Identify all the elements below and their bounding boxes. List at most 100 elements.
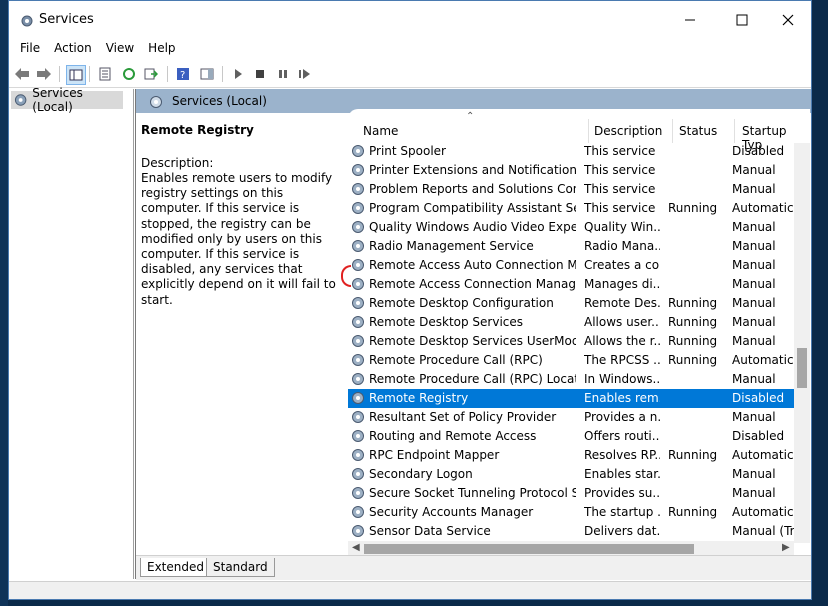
service-startup-type: Manual [732, 372, 776, 386]
service-startup-type: Manual [732, 315, 776, 329]
start-service-button[interactable] [229, 65, 247, 83]
svg-text:?: ? [180, 70, 185, 81]
services-panel: Services (Local) Remote Registry Descrip… [135, 89, 811, 580]
column-headers: ⌃ Name Description Status Startup Typ [348, 109, 810, 152]
service-startup-type: Manual [732, 296, 776, 310]
service-row[interactable]: Secure Socket Tunneling Protocol Ser... P… [348, 484, 794, 503]
service-gear-icon [352, 259, 364, 271]
help-icon: ? [177, 68, 189, 81]
toolbar-separator [222, 66, 223, 82]
properties-icon [99, 67, 111, 81]
menu-file[interactable]: File [13, 39, 47, 59]
tab-standard[interactable]: Standard [206, 558, 275, 577]
menu-view[interactable]: View [99, 39, 141, 59]
description-text: Enables remote users to modify registry … [141, 171, 336, 307]
menu-help[interactable]: Help [141, 39, 182, 59]
help-button[interactable]: ? [174, 65, 192, 83]
service-row[interactable]: Radio Management Service Radio Mana... Man… [348, 237, 794, 256]
column-divider[interactable] [588, 119, 589, 143]
service-startup-type: Manual [732, 334, 776, 348]
service-gear-icon [352, 316, 364, 328]
restart-service-button[interactable] [296, 65, 314, 83]
service-startup-type: Automatic [732, 201, 794, 215]
service-description: Creates a co... [584, 258, 660, 272]
horizontal-scroll-thumb[interactable] [364, 544, 694, 554]
service-row[interactable]: Routing and Remote Access Offers routi...… [348, 427, 794, 446]
menu-action[interactable]: Action [47, 39, 99, 59]
service-description: In Windows... [584, 372, 660, 386]
column-divider[interactable] [734, 119, 735, 143]
back-arrow-icon [15, 68, 29, 80]
toolbar-separator [89, 66, 90, 82]
service-gear-icon [352, 487, 364, 499]
tab-extended[interactable]: Extended [140, 558, 211, 577]
service-gear-icon [352, 468, 364, 480]
maximize-icon [736, 14, 748, 26]
properties-button[interactable] [96, 65, 114, 83]
vertical-scroll-thumb[interactable] [797, 348, 807, 388]
service-row[interactable]: Print Spooler This service ... Disabled [348, 142, 794, 161]
service-description: Radio Mana... [584, 239, 660, 253]
pause-service-button[interactable] [274, 65, 292, 83]
service-gear-icon [352, 392, 364, 404]
minimize-button[interactable] [667, 1, 713, 39]
show-hide-console-tree-button[interactable] [66, 65, 86, 85]
service-name: Remote Desktop Services [369, 315, 524, 329]
service-startup-type: Manual (Tri [732, 524, 794, 538]
service-row[interactable]: Security Accounts Manager The startup ...… [348, 503, 794, 522]
service-row[interactable]: Remote Access Connection Manager Manages … [348, 275, 794, 294]
scroll-right-icon[interactable]: ▶ [782, 542, 790, 553]
column-header-name[interactable]: Name [363, 124, 398, 138]
service-row[interactable]: Remote Registry Enables rem... Disabled [348, 389, 794, 408]
scroll-left-icon[interactable]: ◀ [352, 542, 360, 553]
service-status: Running [668, 296, 718, 310]
service-row[interactable]: Remote Desktop Services UserMode ... Allo… [348, 332, 794, 351]
refresh-button[interactable] [120, 65, 138, 83]
tree-item-services-local[interactable]: Services (Local) [11, 86, 123, 114]
service-startup-type: Automatic [732, 505, 794, 519]
service-startup-type: Manual [732, 163, 776, 177]
close-button[interactable] [765, 1, 811, 39]
service-rows: Print SpoolerThis service ...DisabledPri… [348, 142, 794, 542]
minimize-icon [685, 19, 695, 21]
service-description: Resolves RP... [584, 448, 660, 462]
service-row[interactable]: Remote Desktop Configuration Remote Des..… [348, 294, 794, 313]
service-row[interactable]: Quality Windows Audio Video Experie... Qu… [348, 218, 794, 237]
service-description: The RPCSS ... [584, 353, 660, 367]
service-row[interactable]: Remote Procedure Call (RPC) Locator In Wi… [348, 370, 794, 389]
service-row[interactable]: Problem Reports and Solutions Contr... Th… [348, 180, 794, 199]
stop-service-button[interactable] [251, 65, 269, 83]
back-button[interactable] [13, 65, 31, 83]
action-pane-button[interactable] [198, 65, 216, 83]
service-row[interactable]: Remote Procedure Call (RPC) The RPCSS ...… [348, 351, 794, 370]
service-row[interactable]: Resultant Set of Policy Provider Provides… [348, 408, 794, 427]
column-header-description[interactable]: Description [594, 124, 662, 138]
service-row[interactable]: Program Compatibility Assistant Serv... T… [348, 199, 794, 218]
forward-button[interactable] [35, 65, 53, 83]
title-bar[interactable]: Services [9, 1, 811, 39]
vertical-scrollbar[interactable] [794, 143, 810, 543]
export-list-button[interactable] [142, 65, 160, 83]
refresh-icon [123, 68, 135, 80]
pause-icon [279, 70, 287, 78]
service-startup-type: Manual [732, 410, 776, 424]
service-name: Security Accounts Manager [369, 505, 534, 519]
service-row[interactable]: Remote Access Auto Connection Ma... Creat… [348, 256, 794, 275]
service-row[interactable]: Printer Extensions and Notifications This… [348, 161, 794, 180]
maximize-button[interactable] [719, 1, 765, 39]
service-row[interactable]: Sensor Data Service Delivers dat... Manual… [348, 522, 794, 541]
action-pane-icon [200, 68, 214, 80]
service-name: Sensor Data Service [369, 524, 491, 538]
service-row[interactable]: Remote Desktop Services Allows user... Run… [348, 313, 794, 332]
column-header-status[interactable]: Status [679, 124, 717, 138]
service-row[interactable]: Secondary Logon Enables star... Manual [348, 465, 794, 484]
service-row[interactable]: RPC Endpoint Mapper Resolves RP... Running… [348, 446, 794, 465]
service-gear-icon [352, 449, 364, 461]
column-divider[interactable] [672, 119, 673, 143]
close-icon [782, 14, 794, 26]
service-status: Running [668, 334, 718, 348]
service-name: Problem Reports and Solutions Contr... [369, 182, 576, 196]
service-description: Enables rem... [584, 391, 660, 405]
service-gear-icon [352, 145, 364, 157]
service-name: Remote Access Connection Manager [369, 277, 576, 291]
